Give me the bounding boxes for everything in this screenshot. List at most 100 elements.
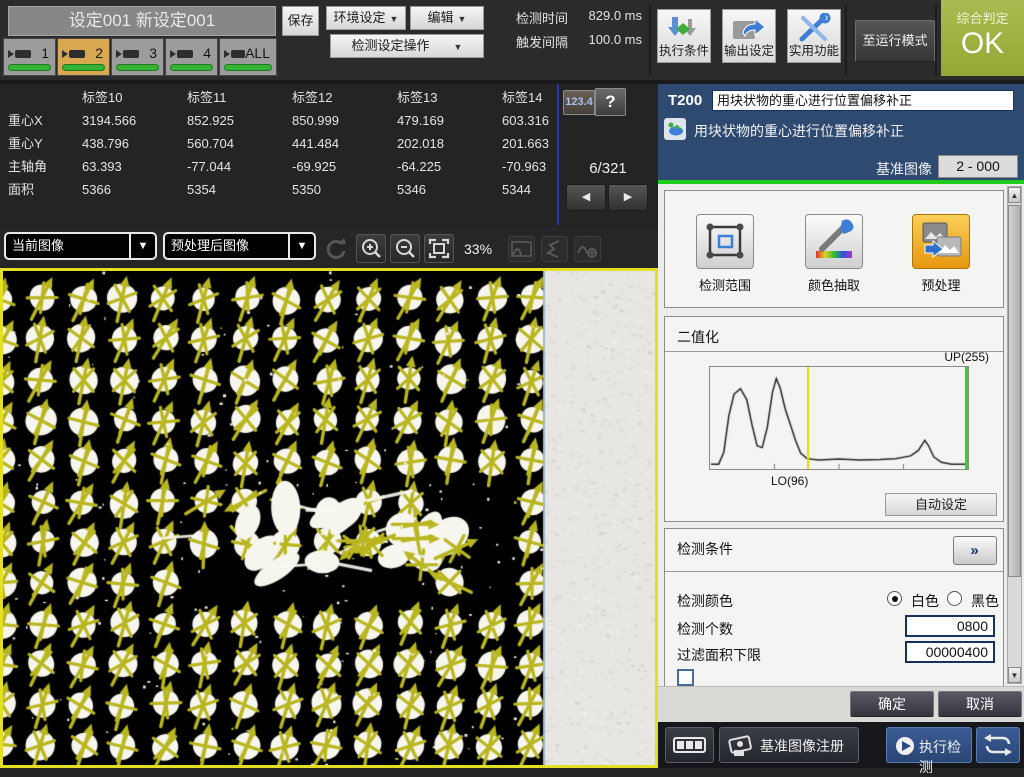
filter-area-input[interactable]: 00000400 — [905, 641, 995, 663]
detect-range-label: 检测范围 — [675, 275, 775, 294]
ok-button[interactable]: 确定 — [850, 691, 934, 717]
expand-button[interactable]: » — [953, 536, 997, 565]
continuous-run-button[interactable] — [976, 727, 1020, 763]
exec-condition-button[interactable]: 执行条件 — [657, 9, 711, 63]
scrollbar-thumb[interactable] — [1008, 205, 1021, 577]
checkbox[interactable] — [677, 669, 694, 686]
detect-color-label: 检测颜色 — [677, 591, 733, 611]
judgement-label: 综合判定 — [941, 8, 1024, 27]
divider — [557, 84, 559, 225]
trigger-interval-label: 触发间隔 — [516, 32, 568, 51]
camera-icon — [224, 47, 246, 61]
column-header: 标签13 — [397, 86, 437, 109]
binarize-title: 二值化 — [677, 327, 719, 347]
overall-judgement: 综合判定 OK — [941, 0, 1024, 76]
divider — [935, 4, 937, 76]
auto-set-button[interactable]: 自动设定 — [885, 493, 997, 516]
preprocess-button[interactable] — [912, 214, 970, 269]
histogram-plot[interactable] — [709, 366, 969, 470]
radio-white[interactable] — [887, 591, 902, 606]
camera-register-icon — [726, 728, 756, 762]
column-header: 标签12 — [292, 86, 332, 109]
setting-title: 设定001 新设定001 — [8, 6, 276, 36]
profile-tool-icon — [541, 236, 568, 262]
filmstrip-button[interactable] — [665, 727, 714, 763]
refresh-icon — [322, 236, 348, 262]
arrows-down-icon — [664, 13, 704, 43]
tab-camera-2[interactable]: 2 — [57, 38, 110, 76]
lower-threshold-line[interactable] — [807, 367, 809, 469]
color-extract-button[interactable] — [805, 214, 863, 269]
camera-icon — [8, 47, 32, 61]
condition-section: 检测条件 » 检测颜色 白色 黑色 检测个数 0800 过滤面积下限 00000… — [664, 528, 1004, 686]
camera-image-view[interactable] — [0, 268, 658, 768]
filter-area-label: 过滤面积下限 — [677, 645, 761, 665]
image-source-dropdown[interactable]: 当前图像 ▼ — [4, 232, 157, 260]
edit-menu[interactable]: 编辑▼ — [410, 6, 484, 30]
radio-black[interactable] — [947, 591, 962, 606]
camera-icon — [170, 47, 194, 61]
column-header: 标签10 — [82, 86, 122, 109]
register-base-image-button[interactable]: 基准图像注册 — [719, 727, 859, 763]
env-settings-menu[interactable]: 环境设定▼ — [326, 6, 406, 30]
tool-name-input[interactable]: 用块状物的重心进行位置偏移补正 — [712, 90, 1014, 111]
upper-threshold-label: UP(255) — [944, 350, 989, 364]
utility-button[interactable]: 实用功能 — [787, 9, 841, 63]
tab-camera-1[interactable]: 1 — [3, 38, 56, 76]
status-bar-green — [224, 64, 272, 71]
detect-range-button[interactable] — [696, 214, 754, 269]
output-setting-button[interactable]: 输出设定 — [722, 9, 776, 63]
scroll-down-icon[interactable]: ▼ — [1008, 667, 1021, 683]
results-table: 标签10 标签11 标签12 标签13 标签14 重心X 3194.566 85… — [0, 84, 658, 228]
bottom-action-bar: 基准图像注册 执行检测 — [658, 722, 1024, 768]
next-page-button[interactable]: ▶ — [608, 184, 648, 211]
detect-count-input[interactable]: 0800 — [905, 615, 995, 637]
run-mode-button[interactable]: 至运行模式 — [855, 20, 935, 62]
lower-threshold-label: LO(96) — [771, 474, 808, 488]
confirm-strip: 确定 取消 — [658, 686, 1024, 722]
prev-page-button[interactable]: ◀ — [566, 184, 606, 211]
divider — [665, 571, 1003, 572]
zoom-percent: 33% — [464, 241, 492, 257]
chevron-down-icon: ▼ — [129, 234, 155, 258]
divider — [845, 4, 847, 76]
numeric-display-button[interactable]: 123.4 — [563, 90, 595, 115]
tab-camera-all[interactable]: ALL — [219, 38, 277, 76]
image-display-dropdown[interactable]: 预处理后图像 ▼ — [163, 232, 316, 260]
cancel-button[interactable]: 取消 — [938, 691, 1022, 717]
base-image-value[interactable]: 2 - 000 — [938, 155, 1018, 178]
column-header: 标签14 — [502, 86, 542, 109]
tool-buttons-section: 检测范围 颜色抽取 预处理 — [664, 190, 1004, 308]
fit-screen-button[interactable] — [424, 234, 454, 263]
tab-camera-3[interactable]: 3 — [111, 38, 164, 76]
filmstrip-icon — [666, 728, 713, 762]
row-label: 面积 — [8, 178, 34, 201]
binarized-image — [3, 271, 655, 765]
run-detect-button[interactable]: 执行检测 — [886, 727, 972, 763]
zoom-in-button[interactable] — [356, 234, 386, 263]
viewer-toolbar: 当前图像 ▼ 预处理后图像 ▼ 33% — [0, 228, 658, 268]
page-indicator: 6/321 — [560, 160, 656, 177]
judgement-value: OK — [941, 27, 1024, 61]
scroll-up-icon[interactable]: ▲ — [1008, 187, 1021, 203]
save-button[interactable]: 保存 — [282, 6, 319, 36]
upper-threshold-line[interactable] — [965, 367, 968, 469]
table-row: 重心Y 438.796 560.704 441.484 202.018 201.… — [0, 132, 560, 155]
panel-scrollbar[interactable]: ▲ ▼ — [1007, 186, 1022, 684]
detect-time-value: 829.0 ms — [572, 8, 642, 23]
base-image-label: 基准图像 — [842, 159, 932, 179]
table-row: 主轴角 63.393 -77.044 -69.925 -64.225 -70.9… — [0, 155, 560, 178]
zoom-out-button[interactable] — [390, 234, 420, 263]
trigger-interval-value: 100.0 ms — [572, 32, 642, 47]
table-row: 重心X 3194.566 852.925 850.999 479.169 603… — [0, 109, 560, 132]
binarize-section: 二值化 UP(255) LO(96) 自动设定 — [664, 316, 1004, 522]
play-icon — [895, 736, 915, 756]
radio-white-label: 白色 — [911, 591, 939, 611]
detect-setting-ops-menu[interactable]: 检测设定操作▼ — [330, 34, 484, 58]
color-extract-label: 颜色抽取 — [784, 275, 884, 294]
radio-black-label: 黑色 — [971, 591, 999, 611]
status-bar-green — [116, 64, 159, 71]
help-button[interactable]: ? — [595, 88, 626, 116]
histogram-tool-icon — [508, 236, 535, 262]
tab-camera-4[interactable]: 4 — [165, 38, 218, 76]
